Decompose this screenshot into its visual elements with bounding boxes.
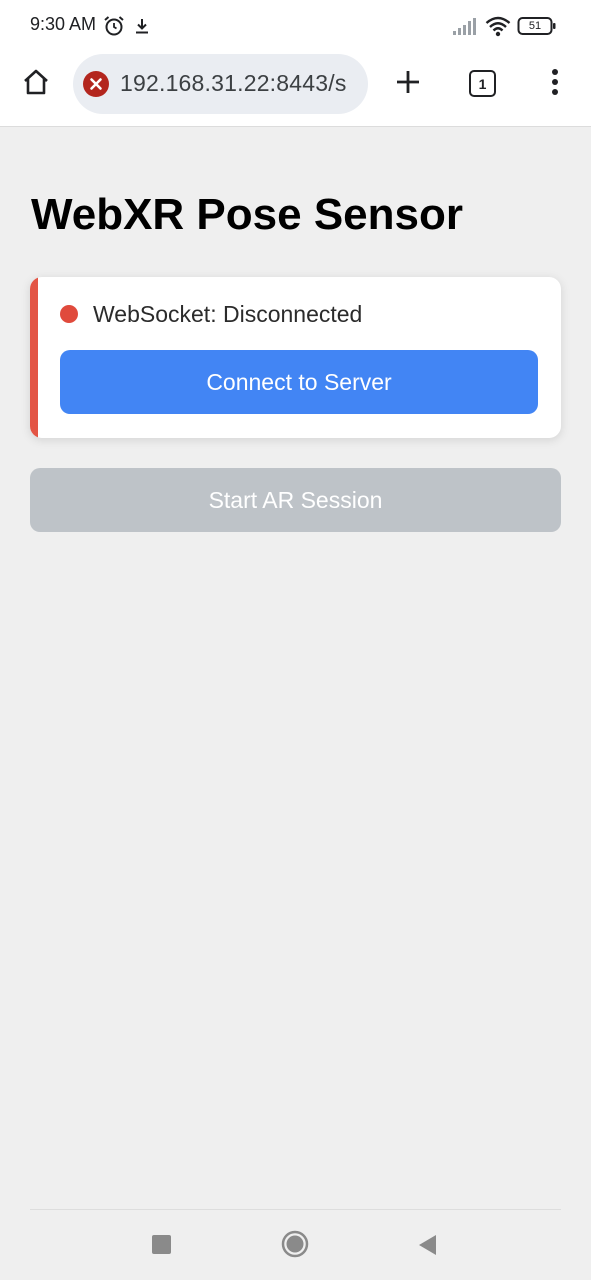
signal-icon	[452, 16, 478, 41]
alarm-icon	[103, 15, 125, 42]
address-bar[interactable]: 192.168.31.22:8443/s	[73, 54, 368, 114]
status-time: 9:30 AM	[30, 14, 97, 34]
connection-status-card: WebSocket: Disconnected Connect to Serve…	[30, 277, 561, 438]
status-accent-bar	[30, 277, 38, 438]
recents-icon[interactable]	[151, 1234, 172, 1260]
more-menu-icon	[551, 68, 559, 101]
status-indicator-icon	[60, 305, 78, 323]
nav-divider	[30, 1209, 561, 1210]
new-tab-icon	[395, 69, 421, 100]
wifi-icon	[485, 15, 511, 42]
connection-status-label: WebSocket: Disconnected	[93, 301, 363, 327]
battery-icon: 51	[517, 16, 557, 36]
new-tab-button[interactable]	[386, 62, 430, 106]
battery-level: 51	[528, 20, 542, 32]
download-icon	[134, 17, 150, 40]
page-title: WebXR Pose Sensor	[31, 190, 463, 239]
home-icon[interactable]	[281, 1230, 309, 1263]
security-error-icon[interactable]	[83, 71, 109, 97]
connect-to-server-button[interactable]: Connect to Server	[60, 350, 538, 414]
start-ar-session-button[interactable]: Start AR Session	[30, 468, 561, 532]
phone-screen: 9:30 AM 51 192.168.31.22:8443/s 1 WebXR …	[0, 0, 591, 1280]
tab-switcher-icon[interactable]: 1	[469, 70, 496, 97]
status-bar: 9:30 AM 51	[0, 0, 591, 52]
back-icon[interactable]	[416, 1233, 438, 1262]
more-menu-button[interactable]	[535, 62, 575, 106]
home-button[interactable]	[14, 62, 58, 106]
browser-toolbar: 192.168.31.22:8443/s 1	[0, 52, 591, 127]
url-text: 192.168.31.22:8443/s	[120, 70, 347, 96]
home-icon	[21, 67, 51, 102]
